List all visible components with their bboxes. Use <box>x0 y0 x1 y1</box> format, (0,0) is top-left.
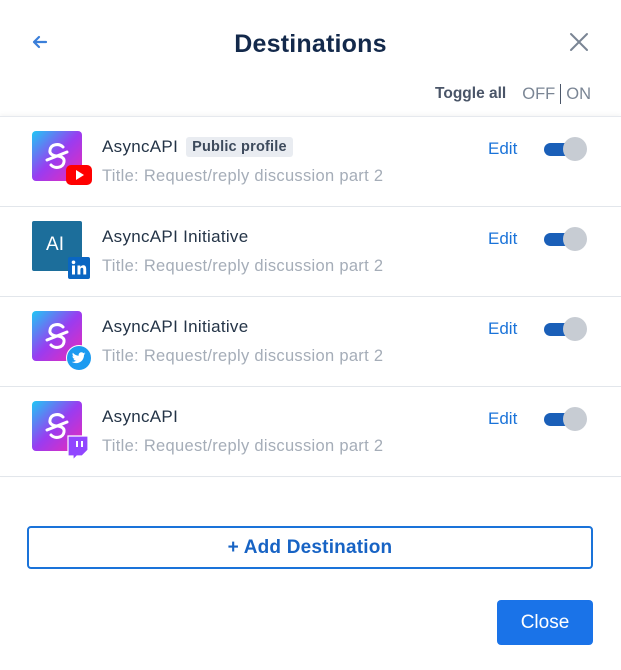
avatar <box>32 311 92 371</box>
destination-name-line: AsyncAPI Initiative <box>102 317 248 337</box>
list-item: AI AsyncAPI Initiative Title: Request/re… <box>0 207 621 297</box>
twitter-icon <box>66 345 92 371</box>
destination-subtitle: Title: Request/reply discussion part 2 <box>102 347 384 365</box>
public-profile-badge: Public profile <box>186 137 293 157</box>
edit-link[interactable]: Edit <box>488 139 517 159</box>
add-destination-button[interactable]: + Add Destination <box>27 526 593 569</box>
modal-header: Destinations <box>0 0 621 80</box>
destination-name-line: AsyncAPI Initiative <box>102 227 248 247</box>
toggle-all-label: Toggle all <box>435 85 507 102</box>
edit-link[interactable]: Edit <box>488 229 517 249</box>
destination-toggle[interactable] <box>544 407 588 431</box>
toggle-all-off[interactable]: OFF <box>522 85 555 104</box>
destinations-modal: Destinations Toggle all OFF ON AsyncAPI … <box>0 0 621 670</box>
close-icon-button[interactable] <box>568 31 590 53</box>
destination-name-line: AsyncAPI Public profile <box>102 137 293 157</box>
avatar: AI <box>32 221 90 279</box>
destination-toggle[interactable] <box>544 137 588 161</box>
destination-subtitle: Title: Request/reply discussion part 2 <box>102 257 384 275</box>
destination-subtitle: Title: Request/reply discussion part 2 <box>102 437 384 455</box>
destination-toggle[interactable] <box>544 317 588 341</box>
edit-link[interactable]: Edit <box>488 319 517 339</box>
avatar <box>32 131 92 185</box>
close-button[interactable]: Close <box>497 600 593 645</box>
twitch-icon <box>67 435 89 461</box>
toggle-all-on[interactable]: ON <box>566 85 591 104</box>
page-title: Destinations <box>234 30 387 58</box>
destination-name: AsyncAPI Initiative <box>102 227 249 246</box>
destination-toggle[interactable] <box>544 227 588 251</box>
toggle-all-row: Toggle all OFF ON <box>435 84 591 104</box>
avatar <box>32 401 89 461</box>
destination-name: AsyncAPI <box>102 407 179 426</box>
destination-name: AsyncAPI <box>102 137 179 156</box>
list-item: AsyncAPI Public profile Title: Request/r… <box>0 117 621 207</box>
toggle-separator <box>560 84 562 104</box>
list-item: AsyncAPI Title: Request/reply discussion… <box>0 387 621 477</box>
destination-subtitle: Title: Request/reply discussion part 2 <box>102 167 384 185</box>
edit-link[interactable]: Edit <box>488 409 517 429</box>
youtube-icon <box>66 165 92 185</box>
destinations-list: AsyncAPI Public profile Title: Request/r… <box>0 116 621 477</box>
destination-name: AsyncAPI Initiative <box>102 317 249 336</box>
destination-name-line: AsyncAPI <box>102 407 178 427</box>
list-item: AsyncAPI Initiative Title: Request/reply… <box>0 297 621 387</box>
linkedin-icon <box>68 257 90 279</box>
close-icon <box>570 33 588 51</box>
